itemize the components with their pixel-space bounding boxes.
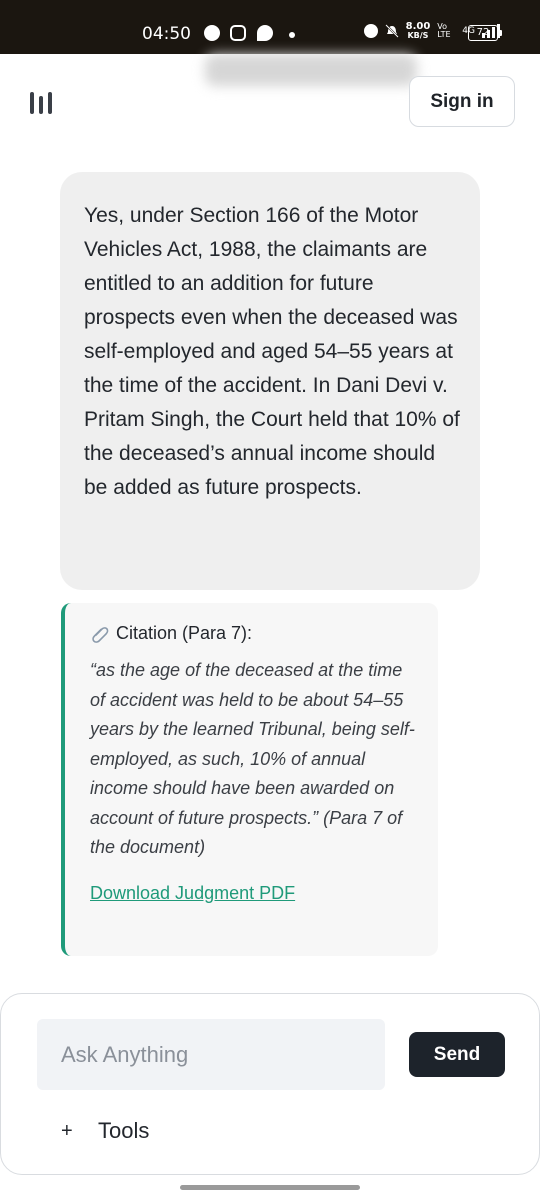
citation-title: Citation (Para 7): bbox=[116, 623, 253, 643]
citation-header: Citation (Para 7): bbox=[90, 623, 418, 644]
location-icon bbox=[257, 25, 273, 41]
overlay-shadow bbox=[205, 54, 417, 86]
instagram-icon bbox=[230, 25, 246, 41]
net-speed-value: 8.00 bbox=[405, 21, 431, 32]
notification-dot bbox=[289, 32, 295, 38]
tools-button[interactable]: Tools bbox=[98, 1118, 149, 1144]
plus-icon[interactable]: + bbox=[61, 1120, 73, 1143]
home-indicator[interactable] bbox=[180, 1185, 360, 1190]
alarm-icon bbox=[363, 24, 378, 38]
net-speed: 8.00 KB/S bbox=[405, 21, 431, 41]
status-time: 04:50 bbox=[142, 24, 191, 44]
menu-icon[interactable] bbox=[30, 90, 52, 116]
ask-input[interactable] bbox=[37, 1019, 385, 1090]
citation-quote: “as the age of the deceased at the time … bbox=[90, 660, 415, 857]
battery-icon: 72 bbox=[468, 25, 502, 41]
answer-text: Yes, under Section 166 of the Motor Vehi… bbox=[84, 204, 460, 499]
send-button[interactable]: Send bbox=[409, 1032, 505, 1077]
status-bar: 04:50 8.00 KB/S Vo LTE 4G 72 bbox=[0, 0, 540, 54]
paperclip-icon bbox=[92, 626, 109, 643]
battery-level: 72 bbox=[476, 27, 490, 38]
download-judgment-link[interactable]: Download Judgment PDF bbox=[90, 883, 295, 904]
volte-label: Vo LTE bbox=[437, 22, 451, 39]
sign-in-button[interactable]: Sign in bbox=[409, 76, 515, 127]
composer: Send + Tools bbox=[0, 993, 540, 1175]
telegram-icon bbox=[204, 25, 220, 41]
answer-bubble: Yes, under Section 166 of the Motor Vehi… bbox=[60, 172, 480, 590]
mute-icon bbox=[384, 24, 399, 38]
citation-card: Citation (Para 7): “as the age of the de… bbox=[61, 603, 438, 956]
net-speed-unit: KB/S bbox=[407, 31, 429, 40]
